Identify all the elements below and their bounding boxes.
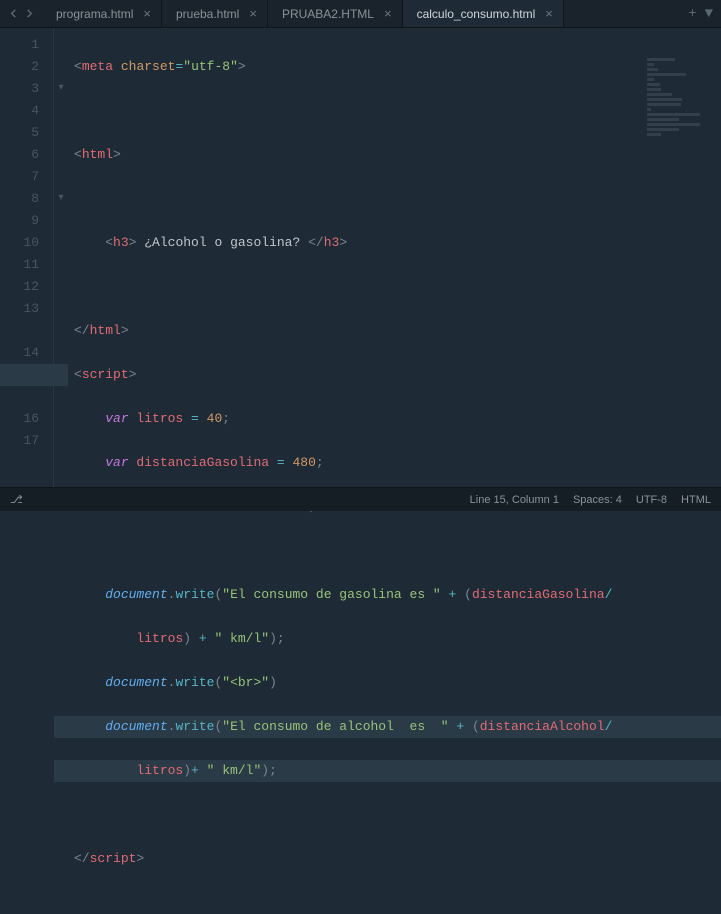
tab-label: programa.html [56,7,133,21]
nav-back-icon[interactable] [6,7,20,21]
editor-area: 1 2 3 4 5 6 7 8 9 10 11 12 13 14 15 16 1… [0,28,721,487]
line-number: 3 [0,78,39,100]
nav-arrows [0,0,42,27]
close-icon[interactable]: × [545,7,553,20]
close-icon[interactable]: × [384,7,392,20]
code-line: litros)+ " km/l"); [54,760,721,782]
new-tab-icon[interactable]: + [688,6,696,22]
status-encoding[interactable]: UTF-8 [636,494,667,506]
code-line [74,804,721,826]
branch-icon[interactable]: ⎇ [10,493,23,506]
line-number: 6 [0,144,39,166]
line-number: 10 [0,232,39,254]
status-bar: ⎇ Line 15, Column 1 Spaces: 4 UTF-8 HTML [0,487,721,511]
line-number: 17 [0,430,39,452]
tab-label: calculo_consumo.html [417,7,536,21]
line-number: 12 [0,276,39,298]
code-line: var distanciaGasolina = 480; [74,452,721,474]
code-line: document.write("El consumo de alcohol es… [54,716,721,738]
tab-label: prueba.html [176,7,239,21]
code-line [74,188,721,210]
line-number: 7 [0,166,39,188]
tab-prueba[interactable]: prueba.html × [162,0,268,27]
line-number-gutter: 1 2 3 4 5 6 7 8 9 10 11 12 13 14 15 16 1… [0,28,54,487]
line-number: 14 [0,342,39,364]
code-content[interactable]: <meta charset="utf-8"> <html> <h3> ¿Alco… [54,28,721,487]
line-number [0,386,39,408]
code-line: </html> [74,320,721,342]
nav-forward-icon[interactable] [22,7,36,21]
code-line: </script> [74,848,721,870]
line-number: 5 [0,122,39,144]
code-line [74,540,721,562]
tab-pruaba2[interactable]: PRUABA2.HTML × [268,0,403,27]
tab-label: PRUABA2.HTML [282,7,374,21]
code-line: var litros = 40; [74,408,721,430]
tab-dropdown-icon[interactable]: ▼ [705,6,713,22]
line-number: 8 [0,188,39,210]
code-line: document.write("<br>") [74,672,721,694]
tab-bar: programa.html × prueba.html × PRUABA2.HT… [0,0,721,28]
line-number: 2 [0,56,39,78]
line-number: 4 [0,100,39,122]
line-number: 1 [0,34,39,56]
tab-actions: + ▼ [680,0,721,27]
line-number [0,320,39,342]
line-number: 16 [0,408,39,430]
tab-calculo-consumo[interactable]: calculo_consumo.html × [403,0,564,27]
code-line: <meta charset="utf-8"> [74,56,721,78]
code-line: litros) + " km/l"); [74,628,721,650]
line-number: 11 [0,254,39,276]
code-line: <html> [74,144,721,166]
code-line: <script> [74,364,721,386]
status-spaces[interactable]: Spaces: 4 [573,494,622,506]
code-line [74,100,721,122]
tab-programa[interactable]: programa.html × [42,0,162,27]
close-icon[interactable]: × [143,7,151,20]
line-number: 9 [0,210,39,232]
code-line [74,276,721,298]
status-syntax[interactable]: HTML [681,494,711,506]
line-number: 13 [0,298,39,320]
code-line: <h3> ¿Alcohol o gasolina? </h3> [74,232,721,254]
tabs-container: programa.html × prueba.html × PRUABA2.HT… [42,0,680,27]
close-icon[interactable]: × [249,7,257,20]
status-line-col[interactable]: Line 15, Column 1 [470,494,559,506]
code-line: document.write("El consumo de gasolina e… [74,584,721,606]
